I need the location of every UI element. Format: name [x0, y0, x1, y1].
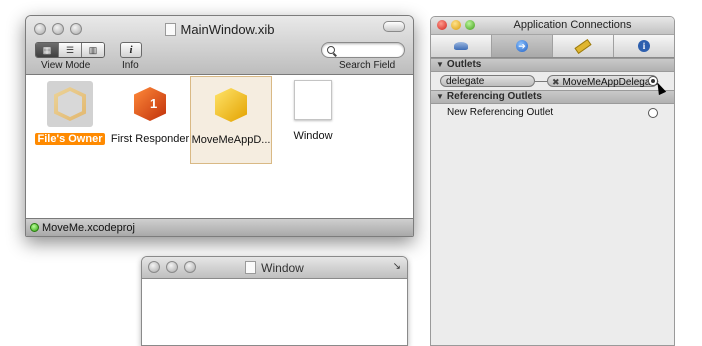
search-input[interactable]: [321, 42, 405, 58]
main-window-toolbar: MainWindow.xib ▦ ☰ ▥ View Mode i Info Se…: [26, 16, 413, 75]
connections-icon: ➔: [516, 40, 528, 52]
placeholder-cube-icon: [54, 87, 86, 121]
window-object[interactable]: Window: [272, 76, 354, 164]
tab-size[interactable]: [553, 35, 614, 57]
connections-inspector: Application Connections ➔ i ▼ Outlets del…: [430, 16, 675, 346]
identity-info-icon: i: [638, 40, 650, 52]
inspector-titlebar: Application Connections: [431, 17, 674, 34]
disclosure-triangle-icon: ▼: [436, 92, 444, 101]
tab-attributes[interactable]: [431, 35, 492, 57]
icon-view-icon[interactable]: ▦: [36, 43, 59, 57]
size-ruler-icon: [574, 38, 592, 54]
window-editor: Window ↘: [141, 256, 408, 346]
main-window: MainWindow.xib ▦ ☰ ▥ View Mode i Info Se…: [25, 15, 414, 237]
info-label: Info: [122, 60, 139, 71]
window-editor-titlebar: Window ↘: [142, 257, 407, 279]
window-icon: [294, 80, 332, 120]
search-icon: [327, 46, 335, 54]
object-cube-icon: [215, 88, 247, 122]
disconnect-icon[interactable]: ✖: [552, 77, 560, 87]
outlet-name[interactable]: delegate: [440, 75, 535, 87]
object-label: First Responder: [110, 133, 190, 145]
outlets-section-header[interactable]: ▼ Outlets: [431, 58, 674, 72]
outlet-row: delegate ✖ MoveMeAppDelegate: [431, 72, 674, 96]
window-title: MainWindow.xib: [26, 22, 413, 37]
project-name[interactable]: MoveMe.xcodeproj: [42, 222, 135, 234]
first-responder-object[interactable]: First Responder: [109, 76, 191, 164]
search-field-label: Search Field: [339, 60, 396, 71]
xib-document-icon: [164, 23, 176, 36]
inspector-title: Application Connections: [513, 19, 632, 31]
files-owner-object[interactable]: File's Owner: [29, 76, 111, 164]
app-delegate-object[interactable]: MoveMeAppD...: [190, 76, 272, 164]
inspector-tabs: ➔ i: [431, 34, 674, 58]
attributes-icon: [454, 42, 468, 50]
object-label: MoveMeAppD...: [191, 134, 271, 146]
disclosure-triangle-icon: ▼: [436, 60, 444, 69]
toolbar-toggle-button[interactable]: [383, 21, 405, 32]
window-title: Window: [142, 261, 407, 275]
list-view-icon[interactable]: ☰: [59, 43, 82, 57]
info-button[interactable]: i: [120, 42, 142, 58]
first-responder-cube-icon: [134, 87, 166, 121]
close-button[interactable]: [437, 20, 447, 30]
object-label: File's Owner: [34, 133, 106, 145]
document-icon: [245, 261, 257, 274]
project-status-icon: [30, 223, 39, 232]
tab-identity[interactable]: i: [614, 35, 674, 57]
connection-line: [535, 81, 547, 82]
connection-target[interactable]: ✖ MoveMeAppDelegate: [547, 75, 659, 88]
resize-arrow-icon[interactable]: ↘: [393, 261, 401, 272]
referencing-outlets-section-header[interactable]: ▼ Referencing Outlets: [431, 90, 674, 104]
column-view-icon[interactable]: ▥: [82, 43, 104, 57]
empty-circle-icon[interactable]: [648, 108, 658, 118]
new-referencing-outlet-label: New Referencing Outlet: [447, 107, 554, 118]
tab-connections[interactable]: ➔: [492, 35, 553, 57]
object-label: Window: [293, 130, 333, 142]
view-mode-label: View Mode: [41, 60, 91, 71]
referencing-outlet-row: New Referencing Outlet: [431, 104, 674, 122]
status-bar: MoveMe.xcodeproj: [26, 218, 413, 236]
view-mode-segmented-control[interactable]: ▦ ☰ ▥: [35, 42, 105, 58]
